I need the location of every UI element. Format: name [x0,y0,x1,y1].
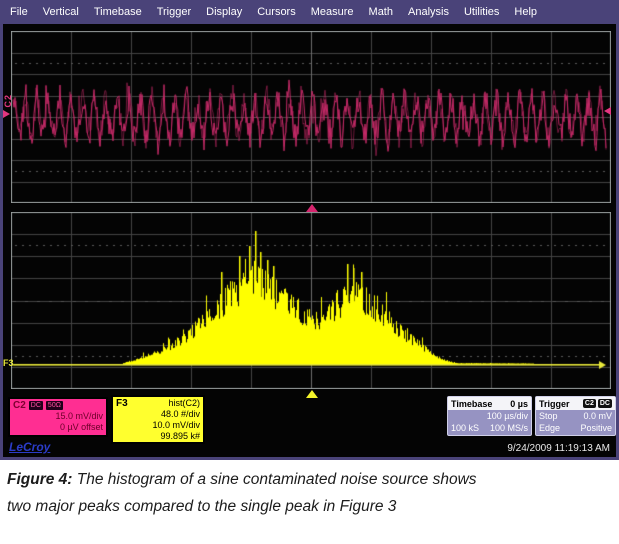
timebase-samples: 100 kS [451,422,479,434]
menu-item-cursors[interactable]: Cursors [257,6,296,18]
histogram-grid [11,212,611,389]
c2-coupling-badge: DC [29,401,43,410]
timebase-panel[interactable]: Timebase 0 µs 100 µs/div 100 kS 100 MS/s [447,396,532,436]
c2-level-marker-icon[interactable] [604,107,611,115]
f3-counts-per-div: 48.0 #/div [116,409,200,420]
trigger-level: 0.0 mV [583,410,612,422]
scope-screen: C2 F3 C2 DC 50Ω 15.0 mV/div 0 µV offset … [3,24,616,457]
lecroy-logo: LeCroy [9,440,50,454]
f3-box-title: F3 [116,398,128,409]
timebase-per-div: 100 µs/div [487,410,528,422]
trigger-slope: Positive [580,422,612,434]
trigger-panel[interactable]: Trigger C2 DC Stop 0.0 mV Edge Positive [535,396,616,436]
trigger-title: Trigger [539,398,570,410]
menu-item-timebase[interactable]: Timebase [94,6,142,18]
figure-caption-body: The histogram of a sine contaminated noi… [7,471,477,515]
f3-population: 99.895 k# [116,431,200,442]
trigger-time-marker-icon[interactable] [306,204,318,212]
menu-item-math[interactable]: Math [369,6,393,18]
c2-ground-marker-icon[interactable] [3,110,10,118]
menu-item-help[interactable]: Help [514,6,537,18]
menu-item-display[interactable]: Display [206,6,242,18]
f3-trace-label: F3 [3,358,14,368]
menu-item-analysis[interactable]: Analysis [408,6,449,18]
c2-trace-label: C2 [3,94,13,108]
oscilloscope-screenshot: File Vertical Timebase Trigger Display Cursor… [0,0,619,460]
figure-caption-prefix: Figure 4: [7,471,72,488]
trigger-coupling-badge: DC [598,399,612,408]
menu-item-file[interactable]: File [10,6,28,18]
c2-offset: 0 µV offset [13,422,103,433]
datetime-status: 9/24/2009 11:19:13 AM [507,443,610,454]
trigger-source-badge: C2 [583,399,596,408]
c2-descriptor-box[interactable]: C2 DC 50Ω 15.0 mV/div 0 µV offset [8,397,108,437]
c2-box-title: C2 [13,400,26,411]
timebase-offset: 0 µs [510,398,528,410]
menu-item-vertical[interactable]: Vertical [43,6,79,18]
f3-mv-per-div: 10.0 mV/div [116,420,200,431]
timebase-title: Timebase [451,398,492,410]
histogram-center-marker-icon[interactable] [306,390,318,398]
menu-bar: File Vertical Timebase Trigger Display Cursor… [0,0,619,24]
figure-caption: Figure 4: The histogram of a sine contam… [7,466,477,520]
f3-function: hist(C2) [168,398,200,409]
figure-page: File Vertical Timebase Trigger Display Cursor… [0,0,619,544]
menu-item-trigger[interactable]: Trigger [157,6,191,18]
menu-item-measure[interactable]: Measure [311,6,354,18]
c2-volts-per-div: 15.0 mV/div [13,411,103,422]
f3-descriptor-box[interactable]: F3 hist(C2) 48.0 #/div 10.0 mV/div 99.89… [111,395,205,444]
c2-impedance-badge: 50Ω [46,401,63,410]
trigger-kind: Edge [539,422,560,434]
trigger-mode: Stop [539,410,558,422]
c2-waveform-grid [11,31,611,203]
menu-item-utilities[interactable]: Utilities [464,6,499,18]
timebase-rate: 100 MS/s [490,422,528,434]
